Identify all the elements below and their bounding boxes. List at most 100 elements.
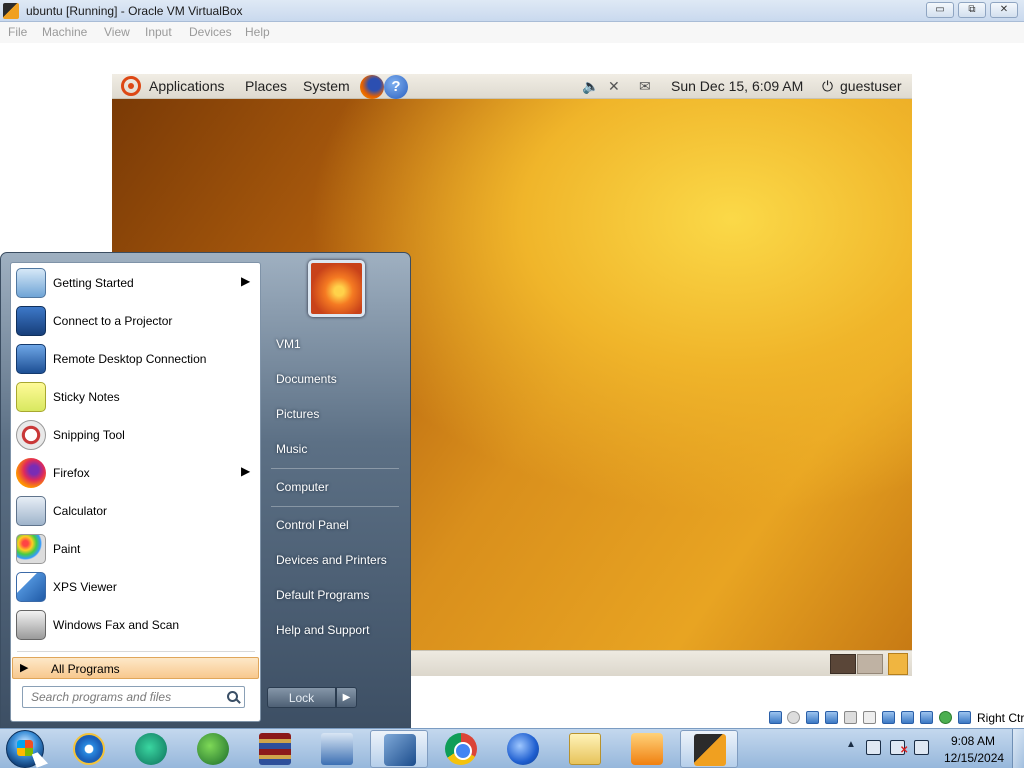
mail-icon[interactable]: ✉: [639, 78, 651, 95]
audio-icon[interactable]: [806, 711, 819, 724]
search-input[interactable]: [23, 687, 223, 707]
show-desktop-button[interactable]: [1012, 729, 1024, 768]
panel-menu-applications[interactable]: Applications: [149, 78, 225, 94]
usb-icon[interactable]: [844, 711, 857, 724]
minimize-button[interactable]: ▭: [926, 2, 954, 18]
workspace-2[interactable]: [857, 654, 883, 674]
right-item-label: Computer: [276, 480, 329, 494]
virtualbox-app-icon: [3, 3, 19, 19]
separator: [271, 468, 399, 469]
search-icon[interactable]: [227, 691, 238, 702]
mouse-integration-icon[interactable]: [939, 711, 952, 724]
volume-icon[interactable]: 🔈: [582, 78, 599, 95]
action-center-flag-icon[interactable]: [914, 740, 929, 755]
menu-input[interactable]: Input: [145, 25, 172, 39]
close-button[interactable]: ✕: [990, 2, 1018, 18]
network-adapter-icon[interactable]: [825, 711, 838, 724]
mute-indicator-icon: ✕: [900, 745, 909, 756]
snipping-tool-icon: [16, 420, 46, 450]
lock-button[interactable]: Lock: [267, 687, 336, 708]
panel-menu-system[interactable]: System: [303, 78, 350, 94]
start-right-music[interactable]: Music: [265, 435, 405, 463]
menu-help[interactable]: Help: [245, 25, 270, 39]
taskbar-winrar[interactable]: [246, 730, 304, 768]
start-right-default-programs[interactable]: Default Programs: [265, 581, 405, 609]
program-xps-viewer[interactable]: XPS Viewer: [13, 569, 258, 605]
power-icon[interactable]: ⏻: [822, 78, 833, 95]
lock-label: Lock: [288, 691, 315, 705]
recording-icon[interactable]: [901, 711, 914, 724]
trash-icon[interactable]: [888, 653, 908, 675]
network-icon[interactable]: ✕: [608, 78, 620, 95]
optical-drive-icon[interactable]: [787, 711, 800, 724]
help-launcher-icon[interactable]: ?: [384, 75, 408, 99]
start-right-documents[interactable]: Documents: [265, 365, 405, 393]
panel-clock[interactable]: Sun Dec 15, 6:09 AM: [671, 78, 803, 94]
taskbar-ie[interactable]: [60, 730, 118, 768]
start-right-control-panel[interactable]: Control Panel: [265, 511, 405, 539]
start-right-devices-printers[interactable]: Devices and Printers: [265, 546, 405, 574]
file-explorer-icon: [569, 733, 601, 765]
restore-button[interactable]: ⧉: [958, 2, 986, 18]
taskbar-virtualbox[interactable]: [370, 730, 428, 768]
program-connect-projector[interactable]: Connect to a Projector: [13, 303, 258, 339]
program-label: Windows Fax and Scan: [53, 618, 180, 632]
show-hidden-icons-icon[interactable]: ▲: [846, 739, 856, 750]
taskbar-thunderbird[interactable]: [494, 730, 552, 768]
triangle-right-icon: ▶: [20, 662, 29, 674]
taskbar-explorer[interactable]: [556, 730, 614, 768]
right-item-label: Help and Support: [276, 623, 370, 637]
taskbar-teams[interactable]: [122, 730, 180, 768]
program-label: Calculator: [53, 504, 108, 518]
all-programs-button[interactable]: ▶ All Programs: [12, 657, 259, 679]
keyboard-capture-icon[interactable]: [958, 711, 971, 724]
menu-view[interactable]: View: [104, 25, 130, 39]
taskbar-media-player[interactable]: [618, 730, 676, 768]
program-getting-started[interactable]: Getting Started ▶: [13, 265, 258, 301]
shutdown-options-arrow-icon[interactable]: ▶: [336, 687, 357, 708]
vbox-menubar: File Machine View Input Devices Help: [0, 22, 1024, 43]
start-right-help-support[interactable]: Help and Support: [265, 616, 405, 644]
taskbar-download-manager[interactable]: [184, 730, 242, 768]
clock-date[interactable]: 12/15/2024: [944, 751, 1004, 765]
program-fax-scan[interactable]: Windows Fax and Scan: [13, 607, 258, 643]
setup-icon: [321, 733, 353, 765]
user-picture-avatar[interactable]: [308, 260, 365, 317]
projector-icon: [16, 306, 46, 336]
virtualization-icon[interactable]: [920, 711, 933, 724]
start-search-box[interactable]: [22, 686, 245, 708]
start-right-pictures[interactable]: Pictures: [265, 400, 405, 428]
teams-icon: [135, 733, 167, 765]
shared-folders-icon[interactable]: [863, 711, 876, 724]
program-remote-desktop[interactable]: Remote Desktop Connection: [13, 341, 258, 377]
menu-devices[interactable]: Devices: [189, 25, 232, 39]
program-snipping-tool[interactable]: Snipping Tool: [13, 417, 258, 453]
menu-machine[interactable]: Machine: [42, 25, 87, 39]
right-item-label: Default Programs: [276, 588, 370, 602]
program-label: Connect to a Projector: [53, 314, 173, 328]
taskbar-setup[interactable]: [308, 730, 366, 768]
network-status-icon[interactable]: [866, 740, 881, 755]
fax-scan-icon: [16, 610, 46, 640]
media-player-icon: [631, 733, 663, 765]
start-right-computer[interactable]: Computer: [265, 473, 405, 501]
program-sticky-notes[interactable]: Sticky Notes: [13, 379, 258, 415]
panel-menu-places[interactable]: Places: [245, 78, 287, 94]
ubuntu-logo-icon[interactable]: [121, 76, 141, 96]
virtualbox-vm-icon: [694, 734, 726, 766]
program-calculator[interactable]: Calculator: [13, 493, 258, 529]
clock-time[interactable]: 9:08 AM: [946, 734, 1000, 748]
taskbar-vm-window[interactable]: [680, 730, 738, 768]
firefox-launcher-icon[interactable]: [360, 75, 384, 99]
program-paint[interactable]: Paint: [13, 531, 258, 567]
program-firefox[interactable]: Firefox ▶: [13, 455, 258, 491]
start-right-vm1[interactable]: VM1: [265, 330, 405, 358]
display-icon[interactable]: [882, 711, 895, 724]
taskbar: ▲ ✕ 9:08 AM 12/15/2024: [0, 728, 1024, 768]
host-key-label: Right Ctrl: [977, 711, 1024, 725]
menu-file[interactable]: File: [8, 25, 27, 39]
hard-disk-icon[interactable]: [769, 711, 782, 724]
workspace-1[interactable]: [830, 654, 856, 674]
taskbar-chrome[interactable]: [432, 730, 490, 768]
panel-username[interactable]: guestuser: [840, 78, 901, 94]
